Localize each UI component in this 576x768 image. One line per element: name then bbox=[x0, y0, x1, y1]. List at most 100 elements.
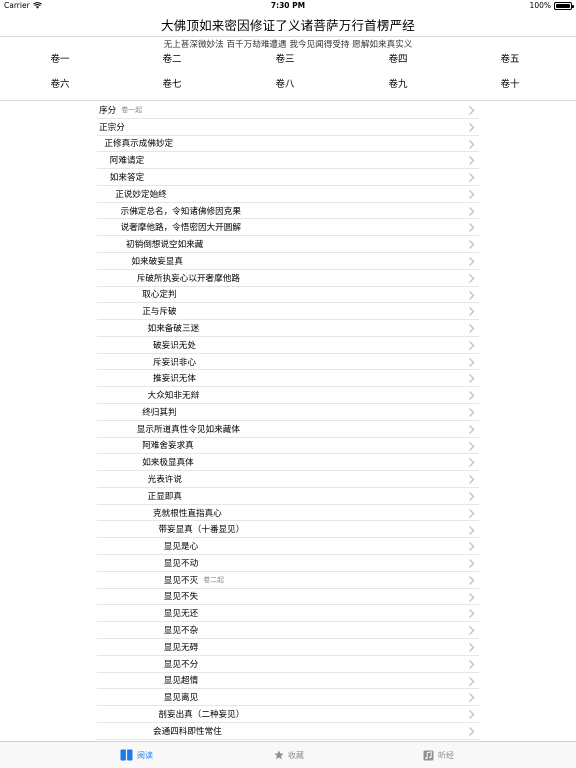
toc-item[interactable]: 显见超情 bbox=[97, 673, 479, 690]
toc-item[interactable]: 显见不分 bbox=[97, 656, 479, 673]
volume-button-7[interactable]: 卷七 bbox=[115, 77, 230, 93]
toc-item[interactable]: 显见无还 bbox=[97, 605, 479, 623]
toc-item[interactable]: 光表许说 bbox=[97, 471, 479, 488]
status-bar: Carrier 7:30 PM 100% bbox=[0, 0, 576, 12]
volume-button-9[interactable]: 卷九 bbox=[341, 77, 456, 93]
toc-item[interactable]: 大众知非无辩 bbox=[97, 387, 479, 405]
toc-item[interactable]: 斥破所执妄心以开奢摩他路 bbox=[97, 270, 479, 287]
volume-button-3[interactable]: 卷三 bbox=[228, 52, 343, 68]
toc-item[interactable]: 显见无碍 bbox=[97, 639, 479, 656]
chevron-right-icon bbox=[467, 155, 476, 166]
toc-item-label: 正显即真 bbox=[147, 491, 182, 502]
toc-item[interactable]: 序分 卷一起 bbox=[97, 102, 479, 119]
toc-item[interactable]: 显见不灭 卷二起 bbox=[97, 572, 479, 589]
toc-item-label: 终归其判 bbox=[142, 407, 177, 418]
toc-item-label: 如来备破三迷 bbox=[147, 324, 200, 334]
toc-item-label: 显见是心 bbox=[163, 542, 199, 553]
chevron-right-icon bbox=[467, 122, 476, 133]
toc-item[interactable]: 正与斥破 bbox=[97, 303, 479, 321]
volume-button-5[interactable]: 卷五 bbox=[453, 52, 568, 68]
toc-item[interactable]: 破妄识无处 bbox=[97, 337, 479, 354]
toc-item[interactable]: 斥妄识非心 bbox=[97, 354, 479, 371]
toc-item[interactable]: 会通四科即性常住 bbox=[97, 723, 479, 740]
chevron-right-icon bbox=[467, 424, 476, 435]
chevron-right-icon bbox=[467, 273, 476, 284]
toc-item-label: 说奢摩他路，令悟密因大开圆解 bbox=[120, 223, 241, 234]
star-icon bbox=[274, 750, 284, 760]
toc-item[interactable]: 正显即真 bbox=[97, 488, 479, 505]
toc-item-label: 显见不分 bbox=[163, 659, 199, 670]
toc-item-label: 斥妄识非心 bbox=[153, 357, 196, 368]
chevron-right-icon bbox=[467, 592, 476, 603]
toc-item[interactable]: 如来备破三迷 bbox=[97, 320, 479, 337]
toc-item-label: 示佛定总名，令知诸佛修因克果 bbox=[120, 206, 241, 217]
toc-item-label: 正说妙定始终 bbox=[115, 189, 167, 200]
toc-item[interactable]: 显见不失 bbox=[97, 589, 479, 606]
toc-item[interactable]: 正说妙定始终 bbox=[97, 186, 479, 203]
toc-item-label: 序分 bbox=[99, 105, 117, 116]
toc-item-label: 显见离见 bbox=[163, 693, 199, 704]
toc-item-label: 破妄识无处 bbox=[153, 340, 196, 351]
toc-item[interactable]: 说奢摩他路，令悟密因大开圆解 bbox=[97, 219, 479, 237]
chevron-right-icon bbox=[467, 575, 476, 586]
tab-read[interactable]: 阅读 bbox=[120, 747, 153, 763]
toc-item[interactable]: 取心定判 bbox=[97, 287, 479, 304]
toc-item[interactable]: 显见是心 bbox=[97, 538, 479, 556]
toc-item-label: 显见无碍 bbox=[163, 642, 199, 653]
chevron-right-icon bbox=[467, 676, 476, 687]
toc-item[interactable]: 显示所道真性令见如来藏体 bbox=[97, 421, 479, 438]
toc-item[interactable]: 终归其判 bbox=[97, 404, 479, 421]
chevron-right-icon bbox=[467, 726, 476, 737]
volume-button-10[interactable]: 卷十 bbox=[453, 77, 568, 93]
toc-item[interactable]: 带妄显真（十番显见） bbox=[97, 522, 479, 539]
toc-item[interactable]: 示佛定总名，令知诸佛修因克果 bbox=[97, 203, 479, 220]
toc-item-label: 会通四科即性常住 bbox=[153, 726, 222, 737]
toc-item[interactable]: 显见离见 bbox=[97, 689, 479, 707]
volume-button-4[interactable]: 卷四 bbox=[341, 52, 456, 68]
toc-item[interactable]: 显见不杂 bbox=[97, 622, 479, 639]
toc-item[interactable]: 如来破妄显真 bbox=[97, 253, 479, 270]
volume-button-1[interactable]: 卷一 bbox=[3, 52, 118, 68]
table-of-contents[interactable]: 序分 卷一起正宗分正修真示成佛妙定 阿难请定如来答定正说妙定始终示佛定总名，令知诸佛… bbox=[97, 102, 479, 742]
volume-button-8[interactable]: 卷八 bbox=[228, 77, 343, 93]
toc-item[interactable]: 正修真示成佛妙定 bbox=[97, 136, 479, 153]
tab-listen[interactable]: 听经 bbox=[423, 747, 454, 763]
chevron-right-icon bbox=[467, 239, 476, 250]
chevron-right-icon bbox=[467, 541, 476, 552]
chevron-right-icon bbox=[467, 625, 476, 636]
toc-item-label: 大众知非无辩 bbox=[147, 391, 200, 402]
toc-item-label: 克就根性直指真心 bbox=[153, 508, 222, 519]
toc-item[interactable]: 剖妄出真（二种妄见） bbox=[97, 706, 479, 723]
page-title: 大佛顶如来密因修证了义诸菩萨万行首楞严经 bbox=[160, 17, 415, 33]
toc-item[interactable]: 推妄识无体 bbox=[97, 370, 479, 388]
toc-item-label: 如来答定 bbox=[109, 172, 145, 183]
chevron-right-icon bbox=[467, 172, 476, 183]
status-time: 7:30 PM bbox=[270, 1, 306, 10]
tab-label: 收藏 bbox=[288, 750, 304, 760]
toc-item[interactable]: 阿难请定 bbox=[97, 152, 479, 170]
toc-item[interactable]: 初销倒想说空如来藏 bbox=[97, 236, 479, 253]
chevron-right-icon bbox=[467, 189, 476, 200]
toc-item[interactable]: 正宗分 bbox=[97, 119, 479, 136]
chevron-right-icon bbox=[467, 306, 476, 317]
toc-item-volume-note: 卷二起 bbox=[203, 575, 225, 584]
chevron-right-icon bbox=[467, 256, 476, 267]
volume-button-6[interactable]: 卷六 bbox=[3, 77, 118, 93]
chevron-right-icon bbox=[467, 457, 476, 468]
toc-item[interactable]: 克就根性直指真心 bbox=[97, 505, 479, 522]
chevron-right-icon bbox=[467, 642, 476, 653]
toc-item[interactable]: 显见不动 bbox=[97, 555, 479, 572]
chevron-right-icon bbox=[467, 709, 476, 720]
chevron-right-icon bbox=[467, 525, 476, 536]
chevron-right-icon bbox=[467, 558, 476, 569]
tab-favorites[interactable]: 收藏 bbox=[274, 747, 304, 763]
chevron-right-icon bbox=[467, 222, 476, 233]
toc-item-label: 正宗分 bbox=[99, 122, 125, 133]
chevron-right-icon bbox=[467, 491, 476, 502]
toc-item[interactable]: 阿难舍妄求真 bbox=[97, 438, 479, 455]
chevron-right-icon bbox=[467, 357, 476, 368]
toc-item[interactable]: 如来极显真体 bbox=[97, 454, 479, 472]
volume-button-2[interactable]: 卷二 bbox=[115, 52, 230, 68]
toc-item[interactable]: 如来答定 bbox=[97, 169, 479, 186]
tab-label: 阅读 bbox=[137, 750, 153, 760]
